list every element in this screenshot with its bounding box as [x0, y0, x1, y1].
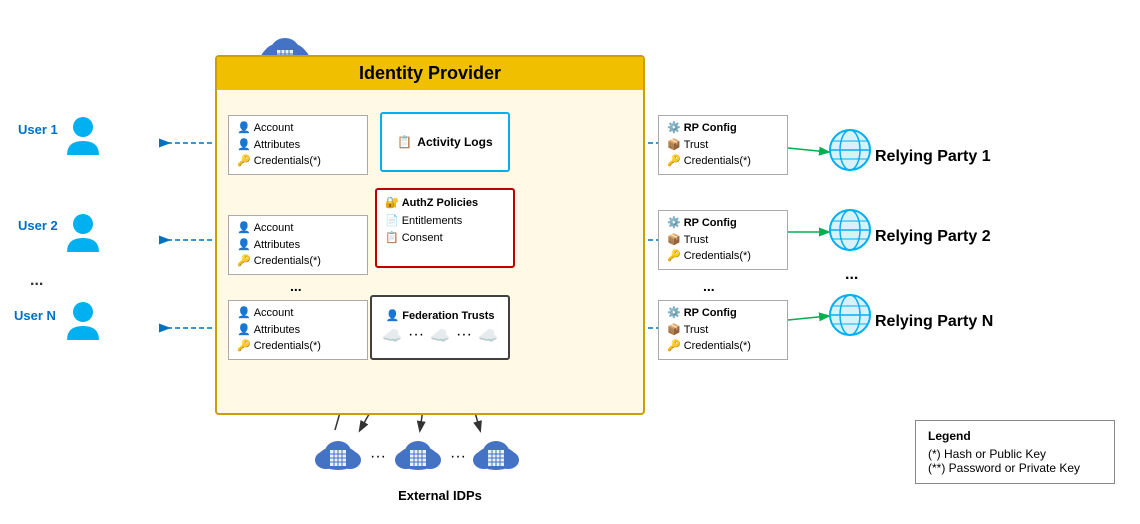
rp-dots: ...	[703, 278, 715, 294]
ext-idp-cloud-1	[310, 430, 366, 479]
legend-box: Legend (*) Hash or Public Key (**) Passw…	[915, 420, 1115, 484]
legend-item-1: (*) Hash or Public Key	[928, 447, 1102, 461]
user-1-icon	[65, 115, 101, 164]
ext-idp-cloud-2	[390, 430, 446, 479]
legend-item-2: (**) Password or Private Key	[928, 461, 1102, 475]
rp-box-3: ⚙️RP Config 📦Trust 🔑Credentials(*)	[658, 300, 788, 360]
rp-box-2: ⚙️RP Config 📦Trust 🔑Credentials(*)	[658, 210, 788, 270]
activity-logs-box: 📋 Activity Logs	[380, 112, 510, 172]
user-2-label: User 2	[18, 218, 58, 233]
account-box-1: 👤Account 👤Attributes 🔑Credentials(*)	[228, 115, 368, 175]
user-n-icon	[65, 300, 101, 349]
users-dots: ...	[30, 272, 43, 290]
rp-box-1: ⚙️RP Config 📦Trust 🔑Credentials(*)	[658, 115, 788, 175]
authz-box: 🔐AuthZ Policies 📄Entitlements 📋Consent	[375, 188, 515, 268]
federation-box: 👤 Federation Trusts ☁️···☁️···☁️	[370, 295, 510, 360]
user-1-label: User 1	[18, 122, 58, 137]
activity-logs-label: Activity Logs	[417, 135, 492, 149]
rp-n-label: Relying Party N	[875, 313, 993, 331]
diagram-container: Identity Provider User 1 User 2 ... User…	[0, 0, 1140, 524]
legend-title: Legend	[928, 429, 1102, 443]
user-2-icon	[65, 212, 101, 261]
ext-idp-cloud-3	[468, 430, 524, 479]
rp-2-globe	[828, 208, 872, 257]
rp-1-label: Relying Party 1	[875, 148, 991, 166]
cloud-dots: ···	[370, 448, 386, 466]
rp-2-label: Relying Party 2	[875, 228, 991, 246]
external-idps-label: External IDPs	[350, 488, 530, 503]
account-box-3: 👤Account 👤Attributes 🔑Credentials(*)	[228, 300, 368, 360]
account-dots: ...	[290, 278, 302, 294]
cloud-dots-2: ···	[450, 448, 466, 466]
idp-header: Identity Provider	[217, 57, 643, 90]
account-box-2: 👤Account 👤Attributes 🔑Credentials(*)	[228, 215, 368, 275]
user-n-label: User N	[14, 308, 56, 323]
globe-dots: ...	[845, 266, 858, 284]
rp-n-globe	[828, 293, 872, 342]
rp-1-globe	[828, 128, 872, 177]
